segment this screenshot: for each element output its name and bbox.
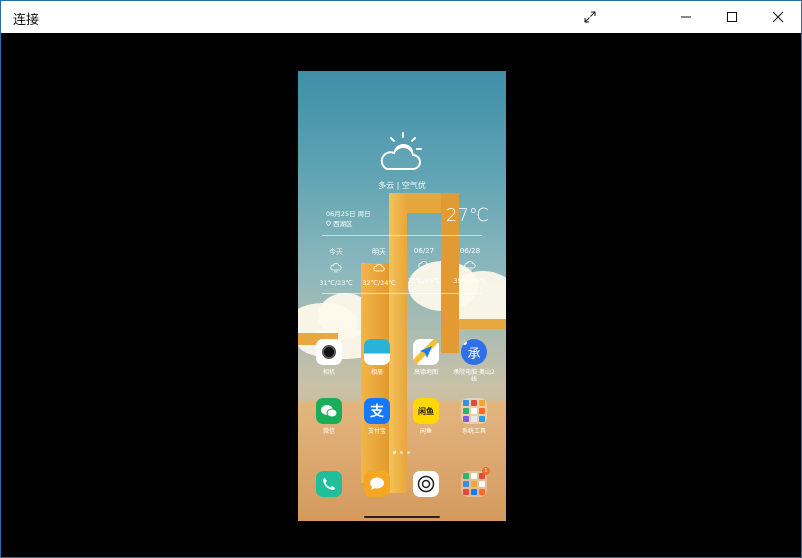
notification-badge: 1 [482, 467, 490, 475]
navigation-arrow-icon [420, 346, 432, 358]
app-label: 承院电脑·奥山2线 [453, 369, 495, 383]
cloud-rain-icon [330, 263, 342, 273]
app-label: 系统工具 [461, 428, 486, 435]
forecast-temp: 31℃/23℃ [319, 279, 353, 287]
title-bar[interactable]: 连接 [1, 1, 801, 33]
system-tools-folder-icon [461, 398, 487, 424]
cloud-rain-icon [464, 261, 476, 271]
weather-location[interactable]: 西湖区 [326, 218, 353, 228]
speech-bubble-icon [370, 477, 384, 490]
page-dot [400, 451, 403, 454]
forecast-divider [322, 293, 482, 294]
cheng-app-icon: 承 [461, 339, 487, 365]
cloudy-icon [373, 264, 385, 272]
forecast-today: 今天 31℃/23℃ [314, 247, 358, 287]
phone-icon [316, 471, 342, 497]
page-dot [407, 451, 410, 454]
forecast-tomorrow: 明天 32℃/24℃ [357, 247, 401, 287]
wallpaper-arch [458, 319, 506, 329]
app-system-tools-folder[interactable]: 系统工具 [452, 398, 496, 435]
forecast-day: 今天 [329, 248, 343, 256]
page-indicator [393, 451, 410, 454]
minimize-button[interactable] [663, 1, 709, 33]
app-dot [461, 339, 468, 346]
maximize-icon [727, 12, 737, 22]
fullscreen-button[interactable] [567, 1, 613, 33]
forecast-day-3: 06/27 33℃/25℃ [402, 247, 446, 285]
camera-icon [316, 339, 342, 365]
dock-browser[interactable] [404, 471, 448, 497]
alipay-icon: 支 [364, 398, 390, 424]
xianyu-glyph: 闲鱼 [418, 406, 434, 416]
page-dot [393, 451, 396, 454]
mirror-content-area: 多云 | 空气优 06月25日 周日 西湖区 27℃ 今天 31℃/23℃ 明天… [1, 33, 801, 557]
forecast-day: 06/27 [413, 247, 435, 255]
xianyu-icon: 闲鱼 [413, 398, 439, 424]
minimize-icon [681, 16, 691, 18]
dock-app-folder[interactable]: 1 [452, 467, 496, 497]
app-label: 闲鱼 [419, 428, 432, 435]
app-camera[interactable]: 相机 [307, 339, 351, 376]
forecast-day-4: 06/28 35℃/26℃ [448, 247, 492, 285]
messages-icon [364, 471, 390, 497]
forecast-temp: 33℃/25℃ [407, 277, 441, 285]
app-wechat[interactable]: 微信 [307, 398, 351, 435]
wechat-icon [316, 398, 342, 424]
compass-icon [417, 475, 435, 493]
chat-bubbles-icon [321, 404, 338, 417]
weather-date: 06月25日 周日 [326, 210, 371, 218]
dock-messages[interactable] [355, 471, 399, 497]
forecast-temp: 32℃/24℃ [362, 279, 396, 287]
app-alipay[interactable]: 支 支付宝 [355, 398, 399, 435]
app-label: 相册 [370, 369, 383, 376]
cloud-rain-icon [418, 261, 430, 271]
forecast-temp: 35℃/26℃ [453, 277, 487, 285]
app-label: 微信 [322, 428, 335, 435]
handset-icon [323, 478, 335, 490]
app-gallery[interactable]: 相册 [355, 339, 399, 376]
app-cheng[interactable]: 承 承院电脑·奥山2线 [452, 339, 496, 383]
maximize-button[interactable] [709, 1, 755, 33]
close-button[interactable] [755, 1, 801, 33]
app-xianyu[interactable]: 闲鱼 闲鱼 [404, 398, 448, 435]
app-folder-icon: 1 [461, 467, 490, 497]
phone-screen[interactable]: 多云 | 空气优 06月25日 周日 西湖区 27℃ 今天 31℃/23℃ 明天… [298, 71, 506, 521]
weather-divider [322, 235, 482, 236]
current-temperature: 27℃ [446, 205, 490, 226]
location-name: 西湖区 [333, 220, 353, 228]
forecast-day: 06/28 [459, 247, 481, 255]
alipay-glyph: 支 [370, 404, 384, 420]
home-indicator[interactable] [364, 516, 440, 518]
cheng-glyph: 承 [467, 346, 481, 362]
location-pin-icon [326, 220, 331, 226]
app-label: 相机 [322, 369, 335, 376]
browser-icon [413, 471, 439, 497]
dock-phone[interactable] [307, 471, 351, 497]
forecast-day: 明天 [372, 248, 386, 256]
app-label: 支付宝 [367, 428, 386, 435]
app-label: 高德地图 [413, 369, 438, 376]
cloudy-sun-icon [380, 132, 422, 170]
amap-icon [413, 339, 439, 365]
gallery-icon [364, 339, 390, 365]
app-window: 连接 多云 | 空气优 06月25日 周日 西湖区 27℃ 今天 31℃/23℃… [0, 0, 802, 558]
weather-condition: 多云 | 空气优 [378, 181, 426, 190]
app-amap[interactable]: 高德地图 [404, 339, 448, 376]
expand-icon [584, 11, 596, 23]
window-title: 连接 [13, 13, 40, 28]
close-icon [772, 11, 784, 23]
